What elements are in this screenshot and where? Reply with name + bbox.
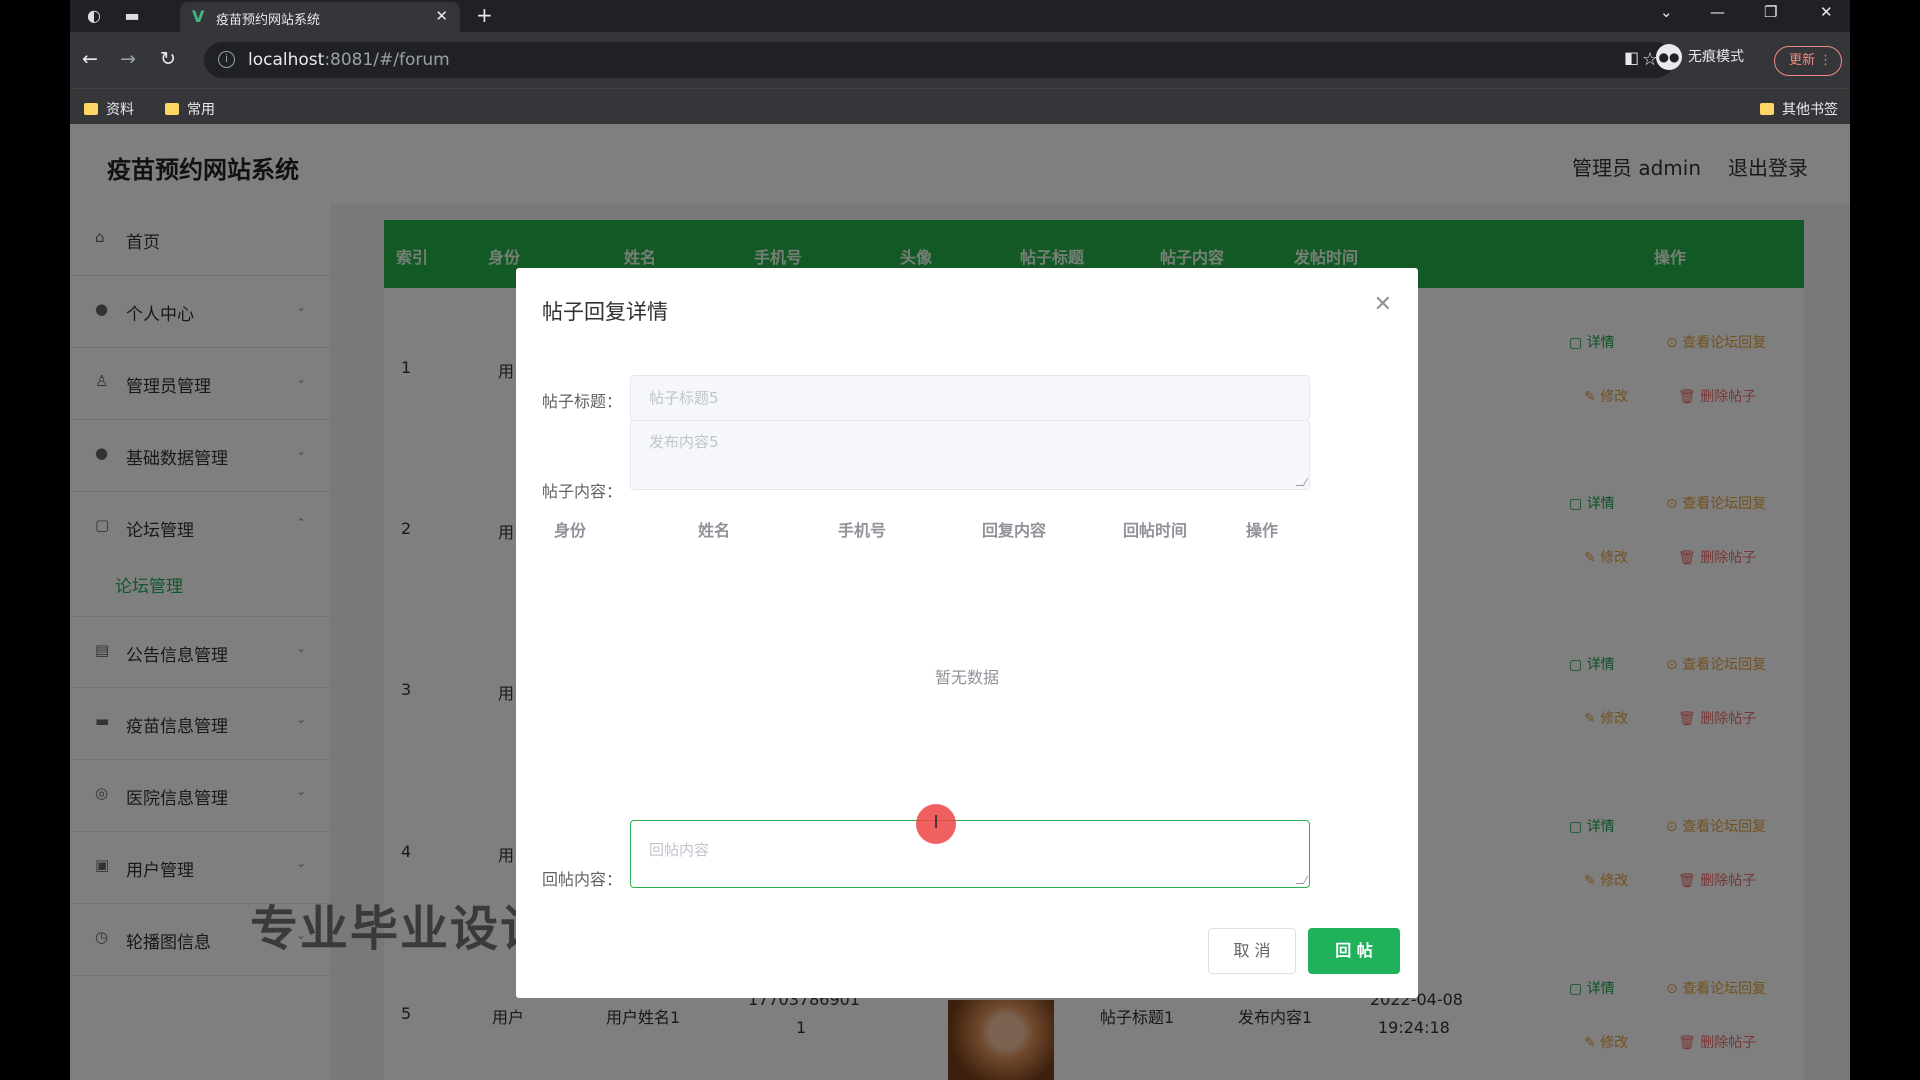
bookmarks-bar: 资料 常用 其他书签 — [70, 88, 1850, 124]
browser-menu-icon[interactable]: ◐ — [84, 6, 104, 26]
dialog-title: 帖子回复详情 — [542, 300, 668, 324]
reply-column-header: 姓名 — [698, 521, 731, 540]
cancel-button[interactable]: 取 消 — [1208, 928, 1296, 974]
post-title-input[interactable]: 帖子标题5 — [630, 375, 1310, 421]
post-title-label: 帖子标题： — [542, 392, 623, 411]
reply-detail-dialog: 帖子回复详情 ✕ 帖子标题： 帖子标题5 帖子内容： 发布内容5 身份 姓名 手… — [516, 268, 1418, 998]
close-tab-icon[interactable]: ✕ — [435, 7, 448, 25]
folder-icon — [1760, 103, 1774, 115]
post-content-textarea[interactable]: 发布内容5 — [630, 420, 1310, 490]
bookmark-folder[interactable]: 资料 — [84, 99, 134, 119]
folder-icon — [165, 103, 179, 115]
other-bookmarks[interactable]: 其他书签 — [1760, 99, 1838, 119]
restore-icon[interactable]: ❐ — [1764, 3, 1777, 21]
reply-column-header: 回复内容 — [982, 521, 1047, 540]
tab-title: 疫苗预约网站系统 — [216, 13, 321, 28]
reply-column-header: 手机号 — [838, 521, 887, 540]
tab-bar: ◐ ▬ V 疫苗预约网站系统 ✕ + ⌄ — ❐ ✕ — [70, 0, 1850, 32]
back-icon[interactable]: ← — [82, 48, 98, 70]
reply-submit-button[interactable]: 回 帖 — [1308, 928, 1400, 974]
app-page: 疫苗预约网站系统 管理员 admin 退出登录 ⌂首页 ●个人中心⌄ ♙管理员管… — [70, 124, 1850, 1080]
window-icon[interactable]: ▬ — [122, 6, 142, 26]
incognito-indicator[interactable]: ●● 无痕模式 — [1656, 44, 1744, 70]
site-info-icon[interactable]: i — [218, 51, 235, 68]
bookmark-folder[interactable]: 常用 — [165, 99, 215, 119]
text-cursor-icon: I — [916, 804, 956, 844]
browser-window: ◐ ▬ V 疫苗预约网站系统 ✕ + ⌄ — ❐ ✕ ← → ↻ i local… — [70, 0, 1850, 1080]
reply-placeholder: 回帖内容 — [649, 841, 710, 859]
minimize-icon[interactable]: — — [1710, 3, 1725, 21]
browser-tab[interactable]: V 疫苗预约网站系统 ✕ — [180, 2, 460, 32]
tab-search-icon[interactable]: ⌄ — [1660, 3, 1673, 21]
empty-state: 暂无数据 — [934, 668, 999, 687]
address-bar[interactable]: i localhost:8081/#/forum ☆ — [204, 42, 1674, 78]
close-icon[interactable]: ✕ — [1374, 292, 1392, 317]
reply-label: 回帖内容： — [542, 870, 623, 889]
resize-handle-icon[interactable] — [1295, 876, 1309, 884]
toolbar: ← → ↻ i localhost:8081/#/forum ☆ ◧ ●● 无痕模… — [70, 32, 1850, 88]
update-button[interactable]: 更新 ⋮ — [1774, 46, 1842, 76]
reply-column-header: 身份 — [554, 521, 587, 540]
forward-icon[interactable]: → — [120, 48, 136, 70]
side-panel-icon[interactable]: ◧ — [1624, 48, 1639, 67]
reply-column-header: 操作 — [1246, 521, 1279, 540]
watermark-text: 专业毕业设计 — [250, 901, 551, 957]
folder-icon — [84, 103, 98, 115]
close-window-icon[interactable]: ✕ — [1820, 3, 1833, 21]
resize-handle-icon[interactable] — [1295, 478, 1309, 486]
reply-textarea[interactable]: 回帖内容 — [630, 820, 1310, 888]
incognito-icon: ●● — [1656, 44, 1682, 70]
reply-column-header: 回帖时间 — [1123, 521, 1188, 540]
reload-icon[interactable]: ↻ — [160, 48, 176, 70]
vue-logo-icon: V — [192, 7, 205, 26]
post-content-label: 帖子内容： — [542, 482, 623, 501]
url-text[interactable]: localhost:8081/#/forum — [248, 50, 450, 70]
new-tab-icon[interactable]: + — [476, 3, 493, 27]
